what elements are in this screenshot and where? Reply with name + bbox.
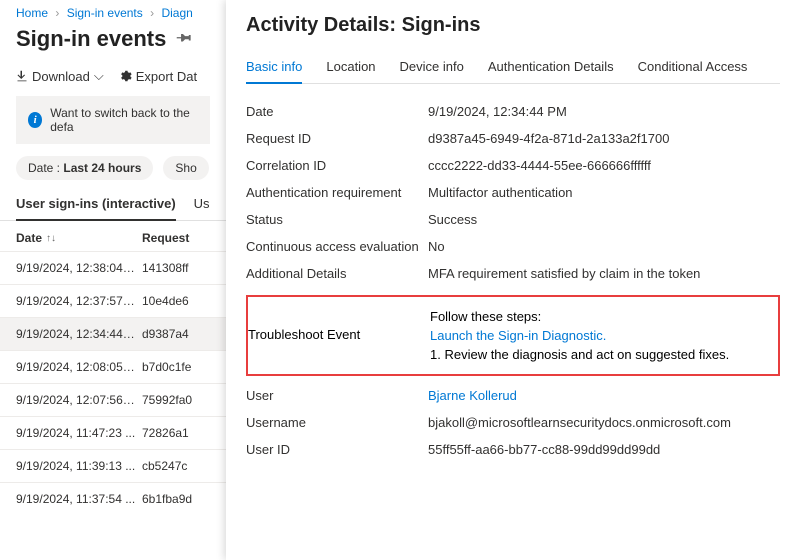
tab-other[interactable]: Us <box>194 190 210 220</box>
cell-date: 9/19/2024, 12:07:56 ... <box>16 393 136 407</box>
info-icon: i <box>28 112 42 128</box>
info-text: Want to switch back to the defa <box>50 106 198 134</box>
cell-date: 9/19/2024, 12:37:57 ... <box>16 294 136 308</box>
value-status: Success <box>428 212 780 227</box>
cell-request-id: 141308ff <box>142 261 210 275</box>
cell-request-id: cb5247c <box>142 459 210 473</box>
cell-date: 9/19/2024, 11:39:13 ... <box>16 459 136 473</box>
details-title: Activity Details: Sign-ins <box>246 14 780 37</box>
troubleshoot-intro: Follow these steps: <box>430 309 770 324</box>
value-additional-details: MFA requirement satisfied by claim in th… <box>428 266 780 281</box>
column-date[interactable]: Date ↑↓ <box>16 231 136 245</box>
gear-icon <box>120 70 132 82</box>
chevron-right-icon: › <box>55 6 59 20</box>
download-button[interactable]: Download ⌵ <box>16 68 104 84</box>
crumb-diagnose[interactable]: Diagn <box>161 6 192 20</box>
value-user-link[interactable]: Bjarne Kollerud <box>428 388 517 403</box>
launch-diagnostic-link[interactable]: Launch the Sign-in Diagnostic. <box>430 328 770 343</box>
cell-request-id: 72826a1 <box>142 426 210 440</box>
label-username: Username <box>246 415 428 430</box>
label-correlation-id: Correlation ID <box>246 158 428 173</box>
value-correlation-id: cccc2222-dd33-4444-55ee-666666ffffff <box>428 158 780 173</box>
label-auth-requirement: Authentication requirement <box>246 185 428 200</box>
label-date: Date <box>246 104 428 119</box>
tab-basic-info[interactable]: Basic info <box>246 53 302 84</box>
label-cae: Continuous access evaluation <box>246 239 428 254</box>
chevron-right-icon: › <box>150 6 154 20</box>
cell-date: 9/19/2024, 12:34:44 ... <box>16 327 136 341</box>
table-row[interactable]: 9/19/2024, 11:37:54 ... 6b1fba9d <box>0 482 226 515</box>
cell-date: 9/19/2024, 12:38:04 ... <box>16 261 136 275</box>
troubleshoot-step-1: 1. Review the diagnosis and act on sugge… <box>430 347 770 362</box>
table-row[interactable]: 9/19/2024, 12:08:05 ... b7d0c1fe <box>0 350 226 383</box>
value-cae: No <box>428 239 780 254</box>
download-label: Download <box>32 69 90 84</box>
label-status: Status <box>246 212 428 227</box>
table-row[interactable]: 9/19/2024, 12:34:44 ... d9387a4 <box>0 317 226 350</box>
tab-authentication-details[interactable]: Authentication Details <box>488 53 614 83</box>
crumb-signin-events[interactable]: Sign-in events <box>67 6 143 20</box>
filter-date[interactable]: Date : Last 24 hours <box>16 156 153 180</box>
filter-date-prefix: Date : <box>28 161 60 175</box>
filter-date-value: Last 24 hours <box>63 161 141 175</box>
tab-location[interactable]: Location <box>326 53 375 83</box>
value-date: 9/19/2024, 12:34:44 PM <box>428 104 780 119</box>
download-icon <box>16 70 28 82</box>
value-request-id: d9387a45-6949-4f2a-871d-2a133a2f1700 <box>428 131 780 146</box>
table-row[interactable]: 9/19/2024, 12:37:57 ... 10e4de6 <box>0 284 226 317</box>
chevron-down-icon: ⌵ <box>94 68 104 84</box>
breadcrumb: Home › Sign-in events › Diagn <box>0 0 226 24</box>
label-additional-details: Additional Details <box>246 266 428 281</box>
crumb-home[interactable]: Home <box>16 6 48 20</box>
cell-request-id: b7d0c1fe <box>142 360 210 374</box>
column-date-label: Date <box>16 231 42 245</box>
info-banner: i Want to switch back to the defa <box>16 96 210 144</box>
column-request[interactable]: Request <box>142 231 210 245</box>
cell-request-id: 75992fa0 <box>142 393 210 407</box>
label-user: User <box>246 388 428 403</box>
troubleshoot-highlight: Troubleshoot Event Follow these steps: L… <box>246 295 780 376</box>
table-row[interactable]: 9/19/2024, 11:47:23 ... 72826a1 <box>0 416 226 449</box>
label-request-id: Request ID <box>246 131 428 146</box>
page-title: Sign-in events <box>16 26 166 52</box>
table-row[interactable]: 9/19/2024, 12:07:56 ... 75992fa0 <box>0 383 226 416</box>
pin-icon[interactable] <box>172 27 195 50</box>
export-button[interactable]: Export Dat <box>120 69 197 84</box>
cell-date: 9/19/2024, 11:47:23 ... <box>16 426 136 440</box>
value-username: bjakoll@microsoftlearnsecuritydocs.onmic… <box>428 415 780 430</box>
export-label: Export Dat <box>136 69 197 84</box>
value-user-id: 55ff55ff-aa66-bb77-cc88-99dd99dd99dd <box>428 442 780 457</box>
cell-date: 9/19/2024, 11:37:54 ... <box>16 492 136 506</box>
sort-icon: ↑↓ <box>46 233 56 244</box>
filter-show[interactable]: Sho <box>163 156 208 180</box>
value-auth-requirement: Multifactor authentication <box>428 185 780 200</box>
tab-device-info[interactable]: Device info <box>400 53 464 83</box>
tab-conditional-access[interactable]: Conditional Access <box>638 53 748 83</box>
cell-request-id: 10e4de6 <box>142 294 210 308</box>
label-user-id: User ID <box>246 442 428 457</box>
table-row[interactable]: 9/19/2024, 12:38:04 ... 141308ff <box>0 251 226 284</box>
label-troubleshoot: Troubleshoot Event <box>248 305 430 342</box>
tab-interactive-signins[interactable]: User sign-ins (interactive) <box>16 190 176 221</box>
cell-date: 9/19/2024, 12:08:05 ... <box>16 360 136 374</box>
cell-request-id: d9387a4 <box>142 327 210 341</box>
details-panel: Activity Details: Sign-ins Basic info Loc… <box>226 0 800 560</box>
table-row[interactable]: 9/19/2024, 11:39:13 ... cb5247c <box>0 449 226 482</box>
cell-request-id: 6b1fba9d <box>142 492 210 506</box>
